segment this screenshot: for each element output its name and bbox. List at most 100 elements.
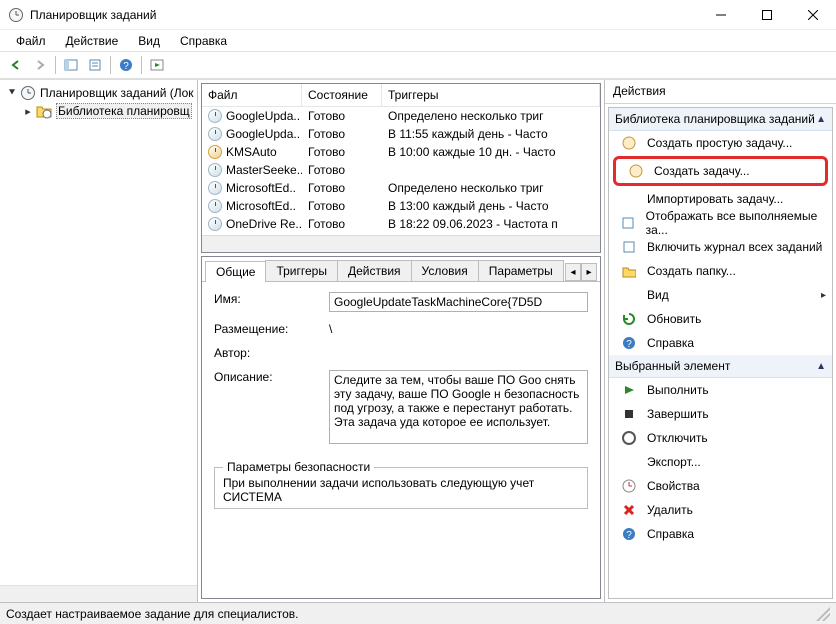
task-name: MasterSeeke.. [226,163,302,177]
action-item[interactable]: Вид▸ [609,283,832,307]
tab-actions[interactable]: Действия [337,260,412,281]
task-row[interactable]: KMSAutoГотовоВ 10:00 каждые 10 дн. - Час… [202,143,600,161]
action-icon: ? [621,335,637,351]
task-name: MicrosoftEd.. [226,181,296,195]
action-item[interactable]: Выполнить [609,378,832,402]
author-value [329,346,588,360]
action-label: Импортировать задачу... [647,192,783,206]
action-item[interactable]: Свойства [609,474,832,498]
column-state[interactable]: Состояние [302,84,382,106]
action-item[interactable]: Создать папку... [609,259,832,283]
actions-body: Библиотека планировщика заданий▲Создать … [608,107,833,599]
back-button[interactable] [5,54,27,76]
help-button[interactable]: ? [115,54,137,76]
maximize-button[interactable] [744,0,790,29]
action-label: Отключить [647,431,708,445]
action-label: Создать папку... [647,264,736,278]
close-button[interactable] [790,0,836,29]
action-label: Вид [647,288,669,302]
location-value: \ [329,322,588,336]
task-row[interactable]: MasterSeeke..Готово [202,161,600,179]
task-row[interactable]: MicrosoftEd.. ГотовоОпределено несколько … [202,179,600,197]
task-row[interactable]: MicrosoftEd..ГотовоВ 13:00 каждый день -… [202,197,600,215]
action-item[interactable]: Отображать все выполняемые за... [609,211,832,235]
horizontal-scrollbar[interactable] [0,585,197,602]
status-text: Создает настраиваемое задание для специа… [6,607,299,621]
task-name: KMSAuto [226,145,277,159]
horizontal-scrollbar[interactable] [202,235,600,252]
action-icon [621,430,637,446]
menu-help[interactable]: Справка [170,32,237,50]
tree-child-label: Библиотека планировщ [56,103,192,119]
main-area: ⯆ Планировщик заданий (Лок ▸ Библиотека … [0,79,836,602]
tree-root[interactable]: ⯆ Планировщик заданий (Лок [2,84,197,102]
task-trigger: Определено несколько триг [382,109,600,123]
task-list-body[interactable]: GoogleUpda..ГотовоОпределено несколько т… [202,107,600,235]
clock-icon [208,163,222,177]
detail-body: Имя: Размещение: \ Автор: Описание: Пара… [202,282,600,598]
run-button[interactable] [146,54,168,76]
folder-clock-icon [36,103,52,119]
column-file[interactable]: Файл [202,84,302,106]
tab-triggers[interactable]: Триггеры [265,260,338,281]
description-textarea[interactable] [329,370,588,444]
action-item[interactable]: Отключить [609,426,832,450]
tab-settings[interactable]: Параметры [478,260,564,281]
actions-section-header[interactable]: Библиотека планировщика заданий▲ [609,108,832,131]
security-legend: Параметры безопасности [223,460,374,474]
label-author: Автор: [214,346,329,360]
forward-button[interactable] [29,54,51,76]
tab-general[interactable]: Общие [205,261,266,282]
svg-text:?: ? [626,530,632,541]
app-icon [8,7,24,23]
action-label: Свойства [647,479,700,493]
task-list: Файл Состояние Триггеры GoogleUpda..Гото… [201,83,601,253]
show-hide-tree-button[interactable] [60,54,82,76]
menu-file[interactable]: Файл [6,32,56,50]
action-item[interactable]: Завершить [609,402,832,426]
actions-section-header[interactable]: Выбранный элемент▲ [609,355,832,378]
minimize-button[interactable] [698,0,744,29]
action-icon [628,163,644,179]
tab-scroll-left[interactable]: ◂ [565,263,581,281]
action-item[interactable]: Импортировать задачу... [609,187,832,211]
resize-grip[interactable] [816,607,830,621]
expander-icon[interactable]: ⯆ [6,87,18,99]
task-name: MicrosoftEd.. [226,199,296,213]
security-account: СИСТЕМА [223,490,579,504]
action-item[interactable]: Экспорт... [609,450,832,474]
task-row[interactable]: OneDrive Re..ГотовоВ 18:22 09.06.2023 - … [202,215,600,233]
tree-body[interactable]: ⯆ Планировщик заданий (Лок ▸ Библиотека … [0,80,197,585]
action-item[interactable]: Обновить [609,307,832,331]
action-icon [621,502,637,518]
column-trigger[interactable]: Триггеры [382,84,600,106]
action-item[interactable]: ?Справка [609,331,832,355]
svg-text:?: ? [123,61,129,72]
tree-child-library[interactable]: ▸ Библиотека планировщ [2,102,197,120]
properties-button[interactable] [84,54,106,76]
action-icon [621,311,637,327]
toolbar: ? [0,51,836,79]
task-trigger: Определено несколько триг [382,181,600,195]
action-item[interactable]: Включить журнал всех заданий [609,235,832,259]
action-icon [621,478,637,494]
task-list-header: Файл Состояние Триггеры [202,84,600,107]
action-item[interactable]: ?Справка [609,522,832,546]
action-label: Завершить [647,407,709,421]
menu-view[interactable]: Вид [128,32,170,50]
expander-icon[interactable]: ▸ [22,105,34,117]
task-state: Готово [302,181,382,195]
label-name: Имя: [214,292,329,312]
name-input[interactable] [329,292,588,312]
task-row[interactable]: GoogleUpda..ГотовоОпределено несколько т… [202,107,600,125]
action-item[interactable]: Удалить [609,498,832,522]
task-row[interactable]: GoogleUpda..ГотовоВ 11:55 каждый день - … [202,125,600,143]
action-item[interactable]: Создать простую задачу... [609,131,832,155]
task-name: GoogleUpda.. [226,109,300,123]
tab-scroll-right[interactable]: ▸ [581,263,597,281]
action-item[interactable]: Создать задачу... [613,156,828,186]
action-label: Экспорт... [647,455,701,469]
tab-conditions[interactable]: Условия [411,260,479,281]
menu-action[interactable]: Действие [56,32,129,50]
action-label: Включить журнал всех заданий [647,240,822,254]
